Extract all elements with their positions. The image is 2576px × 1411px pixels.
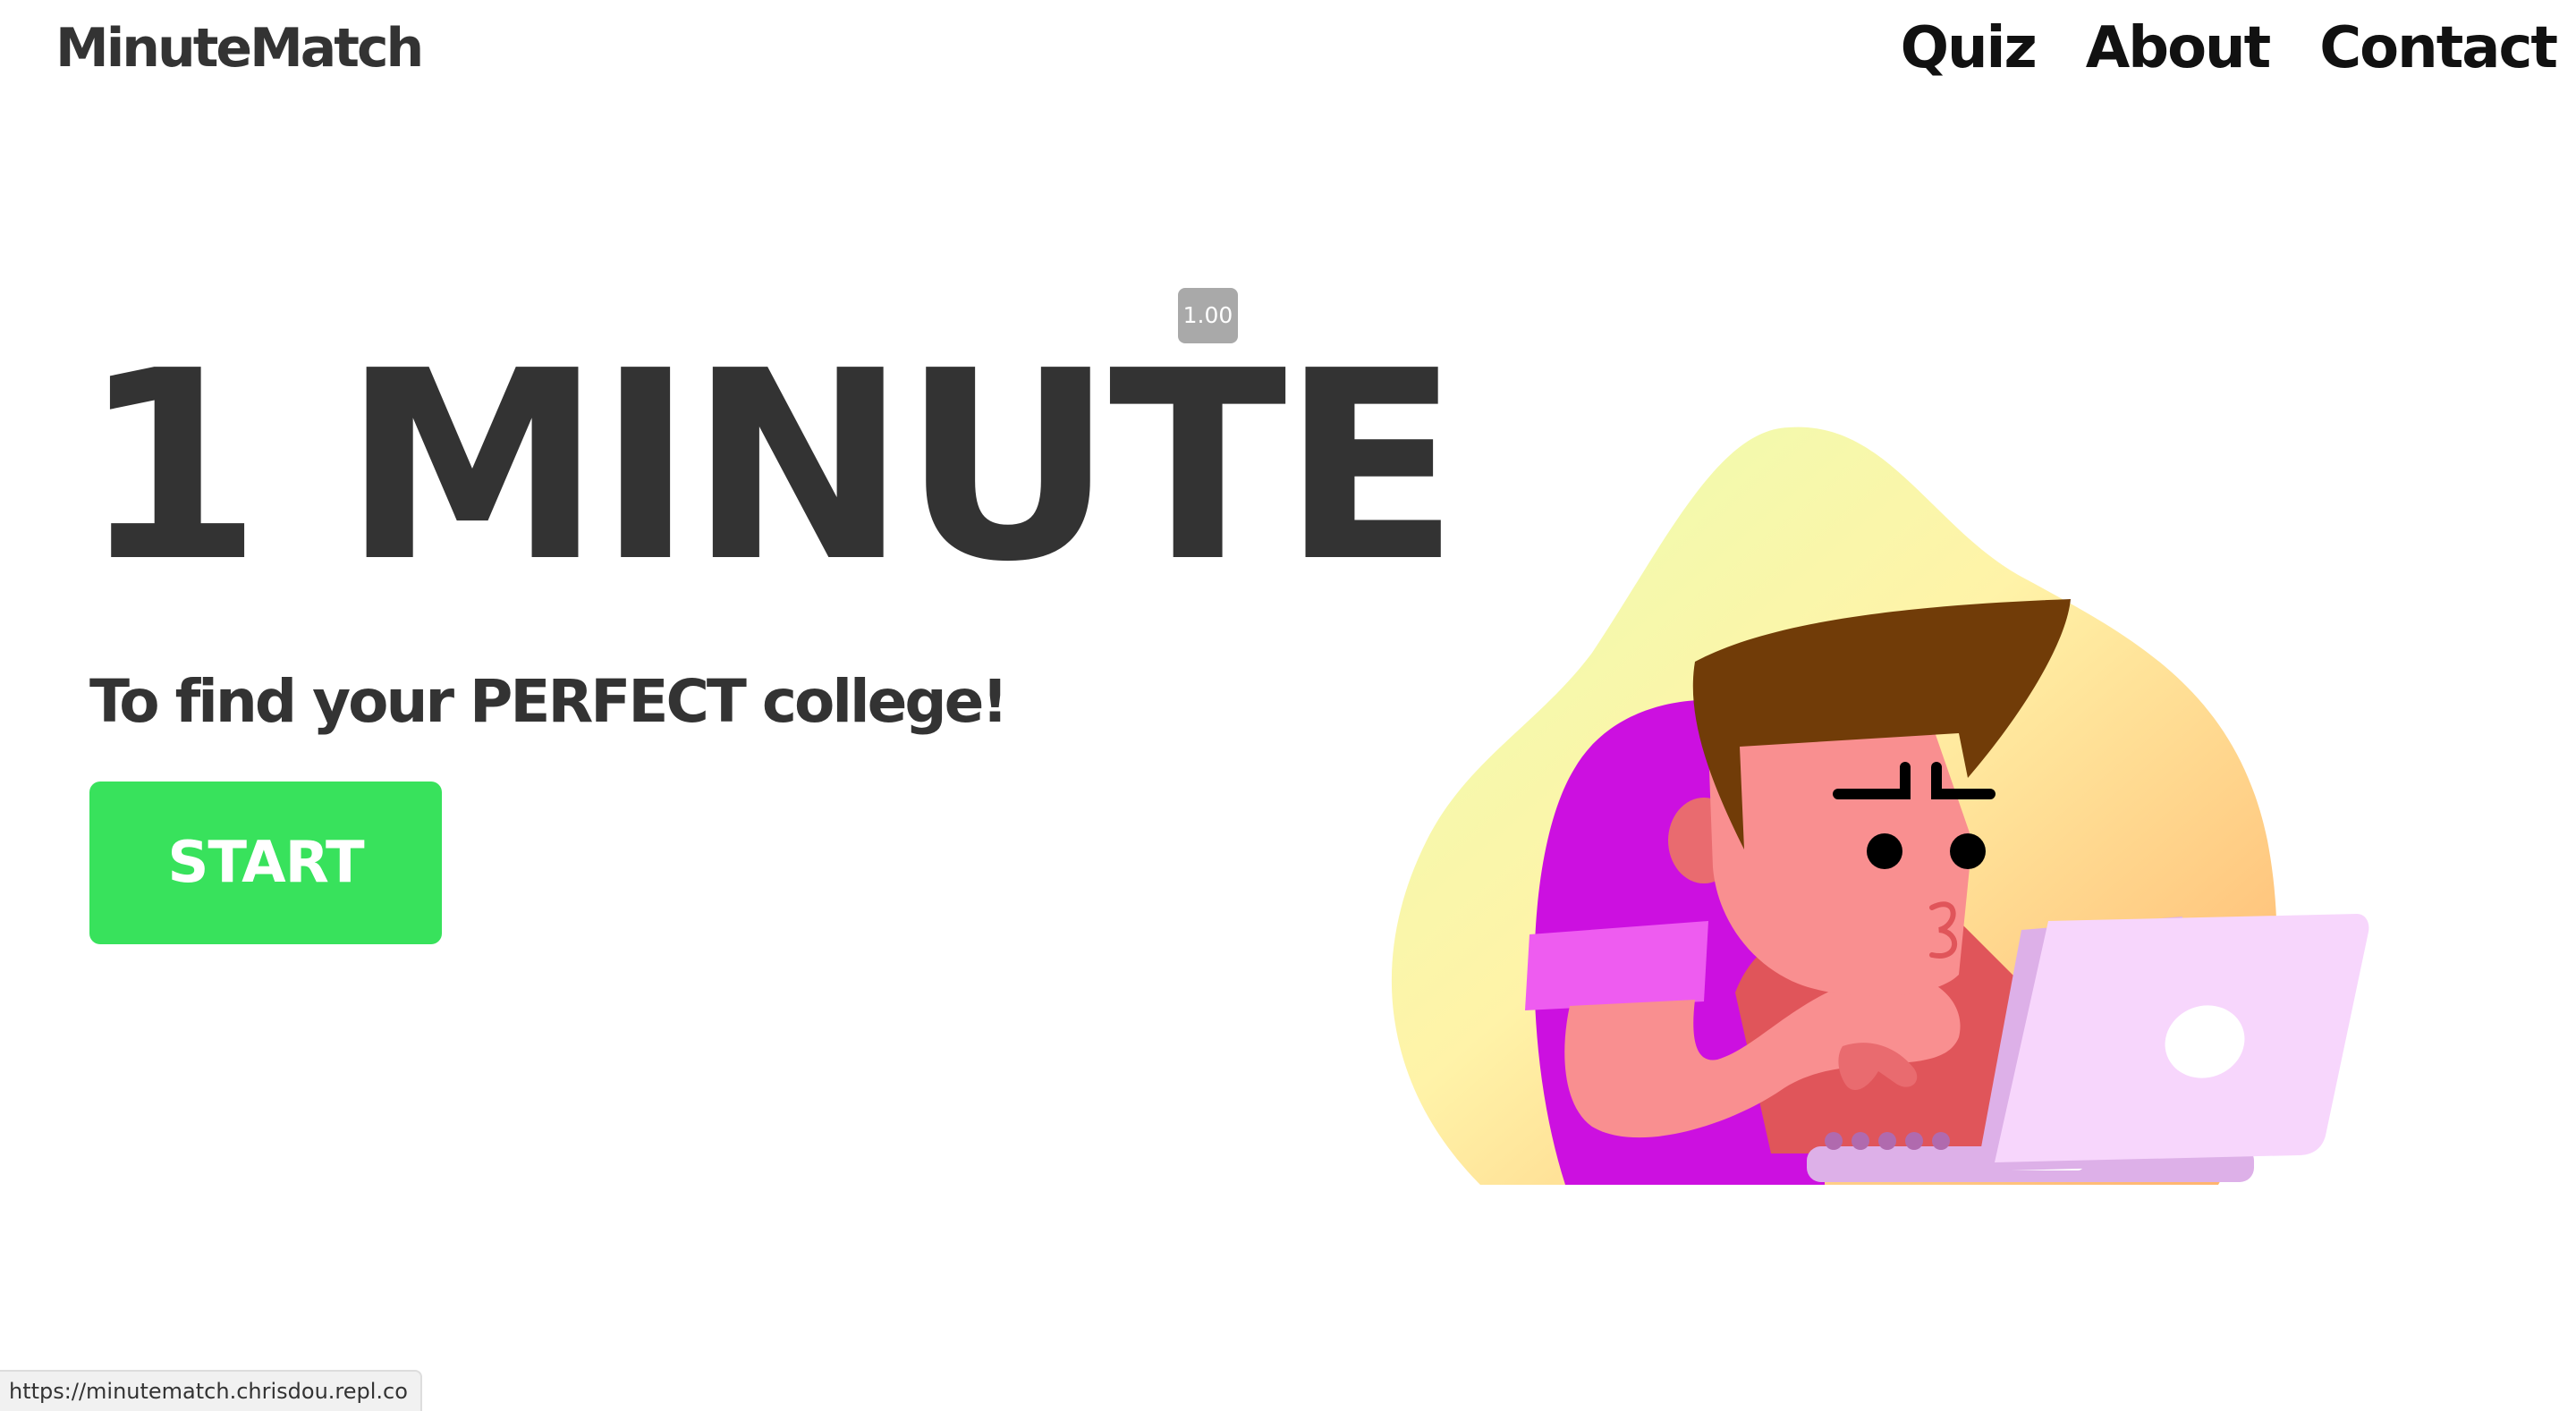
key bbox=[1932, 1132, 1950, 1150]
start-button[interactable]: START bbox=[89, 782, 442, 944]
key bbox=[1905, 1132, 1923, 1150]
hero-illustration bbox=[1391, 427, 2369, 1185]
hero-title: 1 MINUTE bbox=[80, 315, 1460, 619]
key bbox=[1825, 1132, 1843, 1150]
nav-contact-link[interactable]: Contact bbox=[2319, 15, 2558, 81]
sleeve bbox=[1525, 921, 1708, 1010]
hero-subtitle: To find your PERFECT college! bbox=[89, 667, 1008, 736]
main-nav: Quiz About Contact bbox=[1901, 13, 2558, 84]
left-eye bbox=[1867, 833, 1902, 869]
status-bar-url: https://minutematch.chrisdou.repl.co bbox=[0, 1370, 422, 1411]
right-eye bbox=[1950, 833, 1986, 869]
nav-about-link[interactable]: About bbox=[2086, 15, 2271, 81]
key bbox=[1852, 1132, 1869, 1150]
key bbox=[1878, 1132, 1896, 1150]
brand-logo[interactable]: MinuteMatch bbox=[55, 13, 424, 84]
nav-quiz-link[interactable]: Quiz bbox=[1901, 15, 2038, 81]
